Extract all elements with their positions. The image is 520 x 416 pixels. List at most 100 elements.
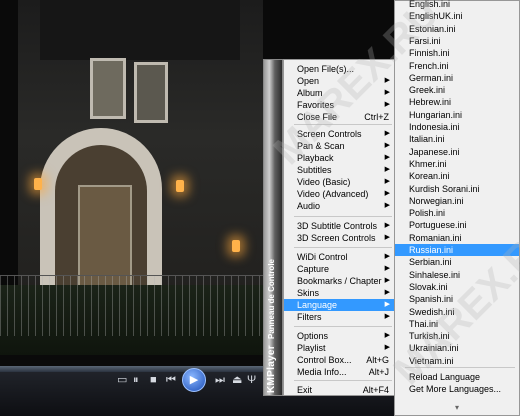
menu-item-exit[interactable]: Exit Alt+F4 xyxy=(284,384,394,396)
play-button[interactable]: ▶ xyxy=(182,368,206,392)
menu-item-open[interactable]: Open ▶ xyxy=(284,75,394,87)
language-item-kurdish-sorani[interactable]: Kurdish Sorani.ini xyxy=(395,183,519,195)
language-item-norwegian[interactable]: Norwegian.ini xyxy=(395,195,519,207)
menu-item-3d-subtitle-controls[interactable]: 3D Subtitle Controls ▶ xyxy=(284,220,394,232)
menu-item-video-basic[interactable]: Video (Basic) ▶ xyxy=(284,176,394,188)
language-item-french[interactable]: French.ini xyxy=(395,60,519,72)
submenu-arrow-icon: ▶ xyxy=(384,166,390,173)
language-item-german[interactable]: German.ini xyxy=(395,72,519,84)
language-item-englishuk[interactable]: EnglishUK.ini xyxy=(395,10,519,22)
scroll-down-icon[interactable]: ▾ xyxy=(455,403,459,412)
video-frame-lamp xyxy=(232,240,240,252)
stop-icon[interactable]: ■ xyxy=(150,374,157,386)
language-item-swedish[interactable]: Swedish.ini xyxy=(395,306,519,318)
language-item-estonian[interactable]: Estonian.ini xyxy=(395,23,519,35)
menu-item-widi-control[interactable]: WiDi Control ▶ xyxy=(284,251,394,263)
menu-item-favorites[interactable]: Favorites ▶ xyxy=(284,99,394,111)
reload-language-item[interactable]: Reload Language xyxy=(395,371,519,383)
submenu-arrow-icon: ▶ xyxy=(384,344,390,351)
menu-item-filters[interactable]: Filters ▶ xyxy=(284,311,394,323)
screenshot-icon[interactable]: ▭ xyxy=(117,374,127,386)
menu-item-screen-controls[interactable]: Screen Controls ▶ xyxy=(284,128,394,140)
language-item-english[interactable]: English.ini xyxy=(395,0,519,10)
menu-item-pan-scan[interactable]: Pan & Scan ▶ xyxy=(284,140,394,152)
get-more-languages-item[interactable]: Get More Languages... xyxy=(395,383,519,395)
language-item-turkish[interactable]: Turkish.ini xyxy=(395,330,519,342)
menu-item-language[interactable]: Language ▶ xyxy=(284,299,394,311)
menu-item-video-advanced[interactable]: Video (Advanced) ▶ xyxy=(284,188,394,200)
video-frame-lamp xyxy=(34,178,42,190)
language-item-serbian[interactable]: Serbian.ini xyxy=(395,256,519,268)
menu-item-shortcut: Ctrl+Z xyxy=(364,112,389,122)
menu-item-label: Media Info... xyxy=(297,367,347,377)
menu-item-label: Video (Basic) xyxy=(297,177,351,187)
language-item-vietnam[interactable]: Vietnam.ini xyxy=(395,355,519,367)
submenu-arrow-icon: ▶ xyxy=(384,222,390,229)
language-item-finnish[interactable]: Finnish.ini xyxy=(395,47,519,59)
submenu-arrow-icon: ▶ xyxy=(384,178,390,185)
submenu-arrow-icon: ▶ xyxy=(384,190,390,197)
video-frame-fence xyxy=(0,275,263,336)
kmplayer-brand-label: KMPlayer Panneau de Controle xyxy=(266,193,277,393)
language-item-russian[interactable]: Russian.ini xyxy=(395,244,519,256)
language-item-korean[interactable]: Korean.ini xyxy=(395,170,519,182)
menu-separator xyxy=(294,326,392,327)
menu-item-label: Bookmarks / Chapter xyxy=(297,276,382,286)
menu-item-label: Close File xyxy=(297,112,338,122)
language-item-hungarian[interactable]: Hungarian.ini xyxy=(395,109,519,121)
menu-item-subtitles[interactable]: Subtitles ▶ xyxy=(284,164,394,176)
video-frame-roof xyxy=(40,0,240,60)
menu-item-shortcut: Alt+J xyxy=(368,367,389,377)
menu-item-label: Screen Controls xyxy=(297,129,362,139)
menu-item-skins[interactable]: Skins ▶ xyxy=(284,287,394,299)
menu-item-media-info[interactable]: Media Info... Alt+J xyxy=(284,366,394,378)
language-item-hebrew[interactable]: Hebrew.ini xyxy=(395,96,519,108)
menu-item-control-box[interactable]: Control Box... Alt+G xyxy=(284,354,394,366)
language-item-romanian[interactable]: Romanian.ini xyxy=(395,232,519,244)
menu-item-label: Capture xyxy=(297,264,330,274)
menu-item-label: Open xyxy=(297,76,320,86)
language-item-greek[interactable]: Greek.ini xyxy=(395,84,519,96)
language-item-sinhalese[interactable]: Sinhalese.ini xyxy=(395,269,519,281)
brand-tagline: Panneau de Controle xyxy=(267,259,276,340)
menu-item-open-file-s[interactable]: Open File(s)... xyxy=(284,63,394,75)
menu-item-shortcut: Alt+F4 xyxy=(362,385,389,395)
previous-icon[interactable]: ⏮ xyxy=(166,374,176,386)
play-icon: ▶ xyxy=(189,374,199,386)
video-frame-window xyxy=(90,58,126,119)
menu-item-bookmarks-chapter[interactable]: Bookmarks / Chapter ▶ xyxy=(284,275,394,287)
language-item-indonesia[interactable]: Indonesia.ini xyxy=(395,121,519,133)
menu-separator xyxy=(294,247,392,248)
submenu-arrow-icon: ▶ xyxy=(384,313,390,320)
menu-item-label: Pan & Scan xyxy=(297,141,345,151)
submenu-arrow-icon: ▶ xyxy=(384,142,390,149)
menu-item-album[interactable]: Album ▶ xyxy=(284,87,394,99)
submenu-arrow-icon: ▶ xyxy=(384,154,390,161)
menu-item-3d-screen-controls[interactable]: 3D Screen Controls ▶ xyxy=(284,232,394,244)
video-frame-door xyxy=(78,185,132,289)
submenu-arrow-icon: ▶ xyxy=(384,277,390,284)
language-item-italian[interactable]: Italian.ini xyxy=(395,133,519,145)
submenu-arrow-icon: ▶ xyxy=(384,301,390,308)
next-icon[interactable]: ⏭ xyxy=(215,374,225,386)
language-item-thai[interactable]: Thai.ini xyxy=(395,318,519,330)
eject-icon[interactable]: ⏏ xyxy=(232,374,242,386)
language-item-slovak[interactable]: Slovak.ini xyxy=(395,281,519,293)
submenu-arrow-icon: ▶ xyxy=(384,202,390,209)
menu-item-label: Options xyxy=(297,331,329,341)
menu-item-options[interactable]: Options ▶ xyxy=(284,330,394,342)
language-item-portuguese[interactable]: Portuguese.ini xyxy=(395,219,519,231)
language-item-khmer[interactable]: Khmer.ini xyxy=(395,158,519,170)
language-item-spanish[interactable]: Spanish.ini xyxy=(395,293,519,305)
language-item-polish[interactable]: Polish.ini xyxy=(395,207,519,219)
pause-icon[interactable]: ⏸ xyxy=(133,374,139,386)
menu-item-close-file[interactable]: Close File Ctrl+Z xyxy=(284,111,394,123)
menu-item-playback[interactable]: Playback ▶ xyxy=(284,152,394,164)
language-item-japanese[interactable]: Japanese.ini xyxy=(395,146,519,158)
menu-item-playlist[interactable]: Playlist ▶ xyxy=(284,342,394,354)
menu-item-capture[interactable]: Capture ▶ xyxy=(284,263,394,275)
equalizer-icon[interactable]: Ψ xyxy=(247,374,256,386)
language-item-ukrainian[interactable]: Ukrainian.ini xyxy=(395,342,519,354)
language-item-farsi[interactable]: Farsi.ini xyxy=(395,35,519,47)
menu-item-audio[interactable]: Audio ▶ xyxy=(284,200,394,212)
